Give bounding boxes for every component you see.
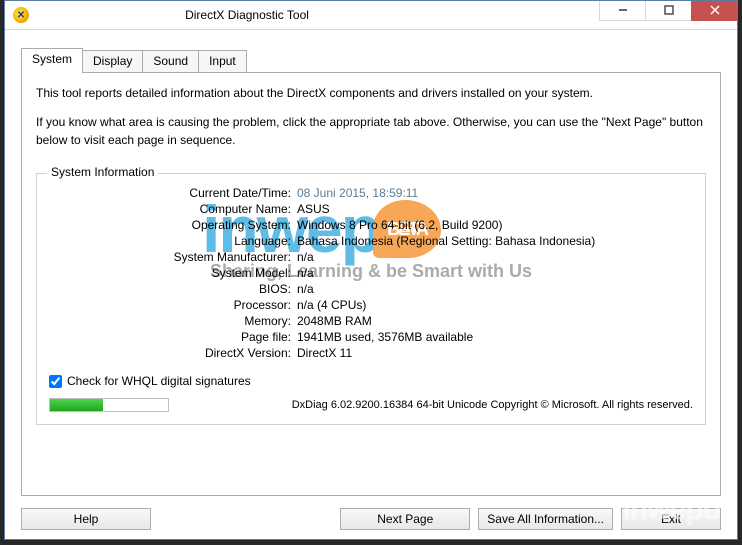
info-label: Language: bbox=[49, 234, 297, 248]
tab-label: Display bbox=[93, 54, 132, 68]
info-label: Operating System: bbox=[49, 218, 297, 232]
tab-system[interactable]: System bbox=[21, 48, 83, 73]
info-row-bios: BIOS: n/a bbox=[49, 282, 693, 296]
system-information-legend: System Information bbox=[47, 165, 158, 179]
dxdiag-icon bbox=[13, 7, 29, 23]
info-label: Current Date/Time: bbox=[49, 186, 297, 200]
tab-input[interactable]: Input bbox=[198, 50, 247, 72]
tab-label: Sound bbox=[153, 54, 188, 68]
info-value: ASUS bbox=[297, 202, 693, 216]
next-page-button[interactable]: Next Page bbox=[340, 508, 470, 530]
info-value: n/a bbox=[297, 266, 693, 280]
info-label: BIOS: bbox=[49, 282, 297, 296]
info-value: 1941MB used, 3576MB available bbox=[297, 330, 693, 344]
intro-line-2: If you know what area is causing the pro… bbox=[36, 114, 706, 149]
intro-line-1: This tool reports detailed information a… bbox=[36, 85, 706, 102]
info-label: DirectX Version: bbox=[49, 346, 297, 360]
info-value: Bahasa Indonesia (Regional Setting: Baha… bbox=[297, 234, 693, 248]
tab-sound[interactable]: Sound bbox=[142, 50, 199, 72]
minimize-icon bbox=[618, 5, 628, 15]
info-row-os: Operating System: Windows 8 Pro 64-bit (… bbox=[49, 218, 693, 232]
info-value: DirectX 11 bbox=[297, 346, 693, 360]
tab-display[interactable]: Display bbox=[82, 50, 143, 72]
save-all-button[interactable]: Save All Information... bbox=[478, 508, 613, 530]
info-value: 2048MB RAM bbox=[297, 314, 693, 328]
tab-bar: System Display Sound Input bbox=[21, 48, 721, 72]
whql-checkbox-row: Check for WHQL digital signatures bbox=[49, 374, 693, 388]
info-label: Page file: bbox=[49, 330, 297, 344]
info-row-memory: Memory: 2048MB RAM bbox=[49, 314, 693, 328]
info-value: n/a bbox=[297, 282, 693, 296]
info-value: n/a (4 CPUs) bbox=[297, 298, 693, 312]
exit-button[interactable]: Exit bbox=[621, 508, 721, 530]
whql-checkbox[interactable] bbox=[49, 375, 62, 388]
info-row-processor: Processor: n/a (4 CPUs) bbox=[49, 298, 693, 312]
info-row-computername: Computer Name: ASUS bbox=[49, 202, 693, 216]
close-button[interactable] bbox=[691, 1, 737, 21]
info-label: Processor: bbox=[49, 298, 297, 312]
info-row-manufacturer: System Manufacturer: n/a bbox=[49, 250, 693, 264]
titlebar[interactable]: DirectX Diagnostic Tool bbox=[5, 1, 737, 30]
copyright-text: DxDiag 6.02.9200.16384 64-bit Unicode Co… bbox=[292, 399, 693, 411]
tab-panel-system: inwep BETA testing Sharing, Learning & b… bbox=[21, 72, 721, 496]
minimize-button[interactable] bbox=[599, 1, 645, 21]
maximize-button[interactable] bbox=[645, 1, 691, 21]
system-information-group: System Information Current Date/Time: 08… bbox=[36, 173, 706, 425]
info-value: 08 Juni 2015, 18:59:11 bbox=[297, 186, 693, 200]
progress-bar bbox=[49, 398, 169, 412]
info-value: n/a bbox=[297, 250, 693, 264]
info-row-pagefile: Page file: 1941MB used, 3576MB available bbox=[49, 330, 693, 344]
tab-label: Input bbox=[209, 54, 236, 68]
button-row: Help Next Page Save All Information... E… bbox=[21, 508, 721, 530]
info-value: Windows 8 Pro 64-bit (6.2, Build 9200) bbox=[297, 218, 693, 232]
info-row-datetime: Current Date/Time: 08 Juni 2015, 18:59:1… bbox=[49, 186, 693, 200]
intro-text: This tool reports detailed information a… bbox=[36, 85, 706, 149]
info-label: Memory: bbox=[49, 314, 297, 328]
info-row-directx: DirectX Version: DirectX 11 bbox=[49, 346, 693, 360]
dxdiag-window: DirectX Diagnostic Tool System Display S… bbox=[4, 0, 738, 540]
maximize-icon bbox=[664, 5, 674, 15]
info-label: System Model: bbox=[49, 266, 297, 280]
info-label: Computer Name: bbox=[49, 202, 297, 216]
info-label: System Manufacturer: bbox=[49, 250, 297, 264]
window-title: DirectX Diagnostic Tool bbox=[0, 8, 599, 22]
info-row-model: System Model: n/a bbox=[49, 266, 693, 280]
progress-fill bbox=[50, 399, 103, 411]
close-icon bbox=[710, 5, 720, 15]
help-button[interactable]: Help bbox=[21, 508, 151, 530]
whql-checkbox-label: Check for WHQL digital signatures bbox=[67, 374, 251, 388]
info-row-language: Language: Bahasa Indonesia (Regional Set… bbox=[49, 234, 693, 248]
tab-label: System bbox=[32, 52, 72, 66]
